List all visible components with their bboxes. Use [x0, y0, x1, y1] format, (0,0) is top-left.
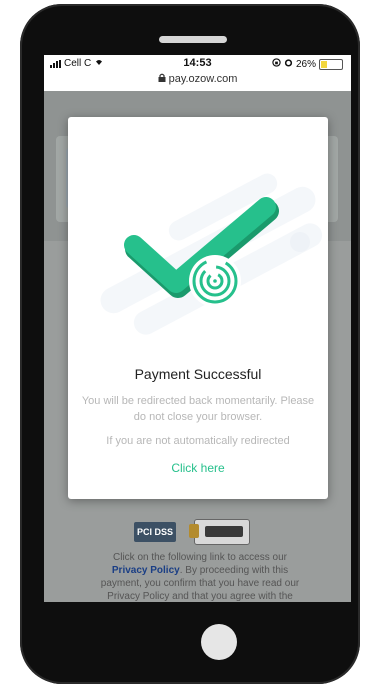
alarm-icon: [284, 58, 293, 70]
status-bar: Cell C 14:53 26% pay.ozow.com: [44, 55, 351, 91]
phone-speaker: [159, 36, 227, 43]
status-right: 26%: [272, 58, 343, 70]
battery-percent: 26%: [295, 58, 316, 70]
click-here-link[interactable]: Click here: [68, 461, 328, 475]
lock-icon: [158, 73, 169, 85]
url-text: pay.ozow.com: [168, 73, 238, 85]
fingerprint-icon: [189, 255, 241, 307]
padlock-icon: [189, 524, 199, 538]
privacy-policy-link[interactable]: Privacy Policy: [112, 565, 180, 576]
pci-dss-badge: PCI DSS: [134, 522, 176, 542]
payment-success-modal: Payment Successful You will be redirecte…: [68, 117, 328, 499]
thawte-seal: [189, 519, 250, 545]
legal-text: Click on the following link to access ou…: [96, 551, 304, 602]
success-illustration: [100, 173, 323, 335]
home-button[interactable]: [201, 624, 237, 660]
security-badges: PCI DSS: [134, 519, 250, 545]
fallback-message: If you are not automatically redirected: [106, 435, 290, 447]
address-bar[interactable]: pay.ozow.com: [44, 73, 351, 85]
modal-title: Payment Successful: [134, 366, 262, 382]
battery-icon: [319, 58, 343, 70]
phone-screen: Cell C 14:53 26% pay.ozow.com PCI DSS Cl…: [44, 55, 351, 602]
legal-intro: Click on the following link to access ou…: [113, 552, 287, 563]
thawte-logo: [205, 526, 243, 537]
redirect-message: You will be redirected back momentarily.…: [81, 395, 315, 423]
rotation-lock-icon: [272, 58, 281, 70]
